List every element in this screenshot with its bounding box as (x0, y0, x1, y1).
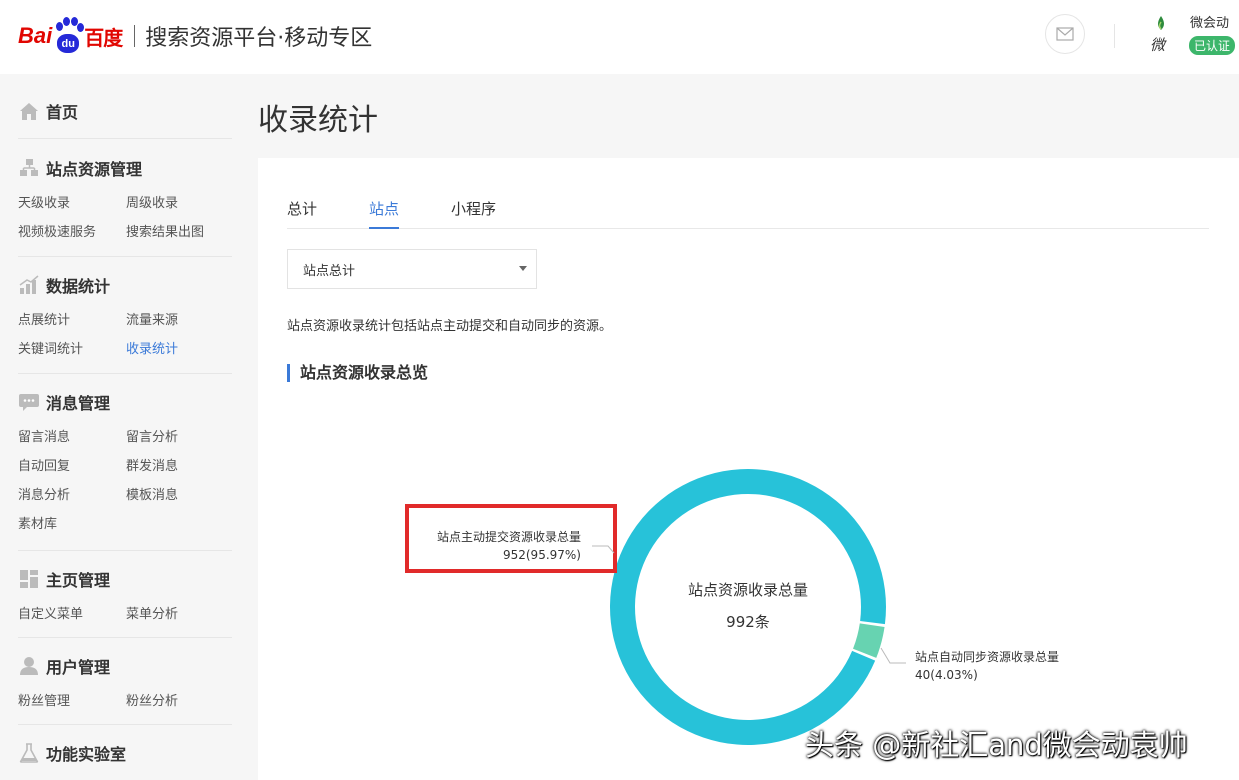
sidebar-link-traffic-source[interactable]: 流量来源 (126, 309, 236, 328)
paw-icon: du (53, 17, 85, 55)
slice-label-submitted-value: 952(95.97%) (503, 548, 581, 562)
sidebar-link-daily-index[interactable]: 天级收录 (18, 192, 126, 211)
chart-center-label: 站点资源收录总量 (688, 581, 808, 599)
flask-icon (19, 743, 39, 763)
sidebar-link-comment-analysis[interactable]: 留言分析 (126, 426, 236, 445)
sidebar-group-data-stats: 数据统计 点展统计 流量来源 关键词统计 收录统计 (18, 273, 236, 357)
sidebar-divider (18, 138, 232, 139)
sidebar-link-template-messages[interactable]: 模板消息 (126, 484, 236, 503)
sidebar-link-search-images[interactable]: 搜索结果出图 (126, 221, 236, 240)
sidebar-link-index-stats[interactable]: 收录统计 (126, 338, 236, 357)
slice-label-submitted-name: 站点主动提交资源收录总量 (437, 529, 581, 544)
donut-slice-synced[interactable] (853, 623, 885, 658)
sidebar-link-auto-reply[interactable]: 自动回复 (18, 455, 126, 474)
sidebar-home-label: 首页 (46, 103, 79, 122)
index-donut-chart: 站点资源收录总量 992条 站点主动提交资源收录总量 952(95.97%) 站… (405, 469, 1059, 746)
sidebar-group-lab: 功能实验室 (18, 741, 126, 765)
sidebar-link-fans-management[interactable]: 粉丝管理 (18, 690, 126, 709)
slice-leader-line-submitted (592, 545, 615, 554)
sidebar-divider (18, 637, 232, 638)
sidebar-item-home[interactable]: 首页 (18, 99, 78, 123)
sidebar-divider (18, 256, 232, 257)
top-header: Bai du 百度 搜索资源平台·移动专区 微 微会动 已认证 (0, 0, 1239, 74)
sidebar-group-title[interactable]: 功能实验室 (18, 741, 126, 765)
slice-leader-line-synced (880, 647, 906, 664)
sidebar-link-comments[interactable]: 留言消息 (18, 426, 126, 445)
header-divider (1114, 24, 1115, 48)
sidebar-link-message-analysis[interactable]: 消息分析 (18, 484, 126, 503)
sidebar-link-keyword-stats[interactable]: 关键词统计 (18, 338, 126, 357)
page-title: 收录统计 (258, 103, 378, 138)
sidebar-link-custom-menu[interactable]: 自定义菜单 (18, 603, 126, 622)
sidebar-group-users: 用户管理 粉丝管理 粉丝分析 (18, 654, 236, 709)
account-name[interactable]: 微会动 (1190, 12, 1229, 31)
mail-icon (1056, 27, 1074, 41)
sidebar-link-broadcast[interactable]: 群发消息 (126, 455, 236, 474)
sitemap-icon (20, 159, 38, 176)
svg-text:微: 微 (1150, 36, 1167, 54)
sidebar-divider (18, 550, 232, 551)
sidebar-group-title[interactable]: 主页管理 (18, 567, 236, 591)
logo-du-text: du (57, 34, 80, 53)
sidebar-group-site-resources: 站点资源管理 天级收录 周级收录 视频极速服务 搜索结果出图 (18, 156, 236, 240)
sidebar-group-homepage: 主页管理 自定义菜单 菜单分析 (18, 567, 236, 622)
sidebar-group-messages: 消息管理 留言消息 留言分析 自动回复 群发消息 消息分析 模板消息 素材库 (18, 390, 236, 532)
logo-baidu-cn: 百度 (84, 25, 123, 50)
bar-chart-icon (19, 275, 39, 294)
sidebar-link-fans-analysis[interactable]: 粉丝分析 (126, 690, 236, 709)
sidebar: 首页 站点资源管理 天级收录 周级收录 视频极速服务 搜索结果出图 数据统计 点… (0, 74, 256, 780)
baidu-logo[interactable]: Bai du 百度 搜索资源平台·移动专区 (18, 16, 372, 56)
sidebar-link-weekly-index[interactable]: 周级收录 (126, 192, 236, 211)
sidebar-link-media-library[interactable]: 素材库 (18, 513, 126, 532)
chart-center-value: 992条 (726, 613, 770, 631)
sidebar-group-title[interactable]: 消息管理 (18, 390, 236, 414)
content-panel: 总计 站点 小程序 站点总计 站点资源收录统计包括站点主动提交和自动同步的资源。… (258, 158, 1239, 780)
sidebar-divider (18, 373, 232, 374)
verified-badge: 已认证 (1189, 36, 1236, 55)
watermark-text: 头条 @新社汇and微会动袁帅 (805, 728, 1188, 762)
grid-icon (20, 570, 38, 588)
slice-label-synced-value: 40(4.03%) (915, 668, 978, 682)
sidebar-group-title[interactable]: 用户管理 (18, 654, 236, 678)
sidebar-link-video-service[interactable]: 视频极速服务 (18, 221, 126, 240)
sidebar-link-menu-analysis[interactable]: 菜单分析 (126, 603, 236, 622)
avatar-logo[interactable]: 微 (1148, 14, 1174, 56)
chat-bubble-icon (19, 394, 39, 411)
donut-slice-submitted[interactable] (610, 469, 886, 746)
home-icon (20, 103, 38, 120)
sidebar-link-impressions[interactable]: 点展统计 (18, 309, 126, 328)
sidebar-divider (18, 724, 232, 725)
logo-bai-text: Bai (18, 23, 53, 48)
logo-divider (134, 25, 136, 47)
platform-title: 搜索资源平台·移动专区 (145, 26, 373, 51)
user-icon (20, 657, 38, 675)
mail-button[interactable] (1045, 14, 1085, 54)
sidebar-group-title[interactable]: 站点资源管理 (18, 156, 236, 180)
sidebar-group-title[interactable]: 数据统计 (18, 273, 236, 297)
slice-label-synced-name: 站点自动同步资源收录总量 (915, 650, 1059, 664)
